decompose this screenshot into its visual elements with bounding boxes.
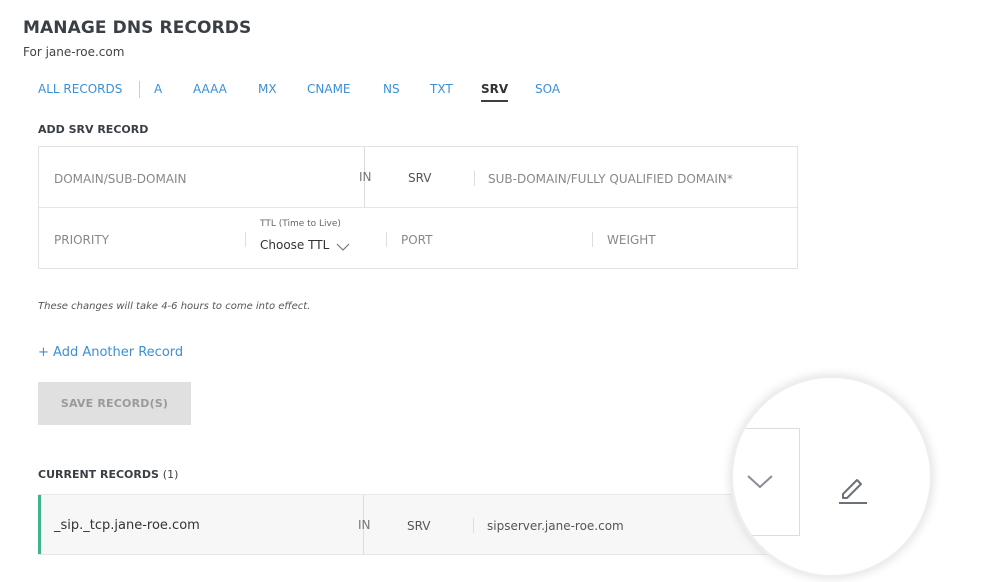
- table-row[interactable]: _sip._tcp.jane-roe.com IN SRV sipserver.…: [38, 494, 798, 555]
- zoom-magnifier: [730, 375, 933, 578]
- record-target: sipserver.jane-roe.com: [487, 519, 624, 533]
- weight-input[interactable]: WEIGHT: [607, 233, 656, 247]
- tab-srv[interactable]: SRV: [481, 80, 509, 102]
- record-type-label: SRV: [408, 171, 432, 185]
- domain-input[interactable]: DOMAIN/SUB-DOMAIN: [54, 172, 187, 186]
- page-title: MANAGE DNS RECORDS: [23, 18, 252, 38]
- tab-ns[interactable]: NS: [383, 80, 400, 98]
- tab-all-records[interactable]: ALL RECORDS: [38, 80, 122, 98]
- chevron-down-icon: [747, 475, 773, 489]
- add-record-title: ADD SRV RECORD: [38, 123, 149, 136]
- chevron-down-icon[interactable]: [336, 243, 350, 252]
- record-class-label: IN: [359, 170, 372, 184]
- add-srv-form: DOMAIN/SUB-DOMAIN IN SRV SUB-DOMAIN/FULL…: [38, 146, 798, 269]
- field-divider: [592, 232, 593, 247]
- port-input[interactable]: PORT: [401, 233, 432, 247]
- tab-soa[interactable]: SOA: [535, 80, 560, 98]
- row-divider: [39, 207, 797, 208]
- current-records-title: CURRENT RECORDS (1): [38, 468, 178, 481]
- tab-txt[interactable]: TXT: [430, 80, 453, 98]
- pencil-edit-icon: [839, 479, 867, 504]
- record-type: SRV: [407, 519, 431, 533]
- ttl-label: TTL (Time to Live): [260, 219, 341, 229]
- save-records-button[interactable]: SAVE RECORD(S): [38, 382, 191, 425]
- field-divider: [473, 518, 474, 533]
- tab-mx[interactable]: MX: [258, 80, 277, 98]
- tab-cname[interactable]: CNAME: [307, 80, 351, 98]
- page-subtitle: For jane-roe.com: [23, 45, 125, 59]
- tab-aaaa[interactable]: AAAA: [193, 80, 227, 98]
- target-domain-input[interactable]: SUB-DOMAIN/FULLY QUALIFIED DOMAIN*: [488, 172, 733, 186]
- expand-record-button[interactable]: [738, 428, 800, 536]
- field-divider: [245, 232, 246, 247]
- priority-input[interactable]: PRIORITY: [54, 233, 109, 247]
- ttl-select[interactable]: Choose TTL: [260, 238, 329, 252]
- tab-divider: [139, 81, 140, 98]
- record-class: IN: [358, 518, 371, 532]
- record-accent-bar: [38, 495, 41, 554]
- record-host: _sip._tcp.jane-roe.com: [54, 518, 200, 533]
- record-count: (1): [162, 468, 179, 481]
- tab-a[interactable]: A: [154, 80, 162, 98]
- field-divider: [474, 171, 475, 186]
- propagation-note: These changes will take 4-6 hours to com…: [38, 301, 311, 312]
- add-another-record-link[interactable]: + Add Another Record: [38, 345, 183, 360]
- edit-record-button[interactable]: [833, 470, 873, 510]
- field-divider: [386, 232, 387, 247]
- current-records-heading: CURRENT RECORDS: [38, 468, 159, 481]
